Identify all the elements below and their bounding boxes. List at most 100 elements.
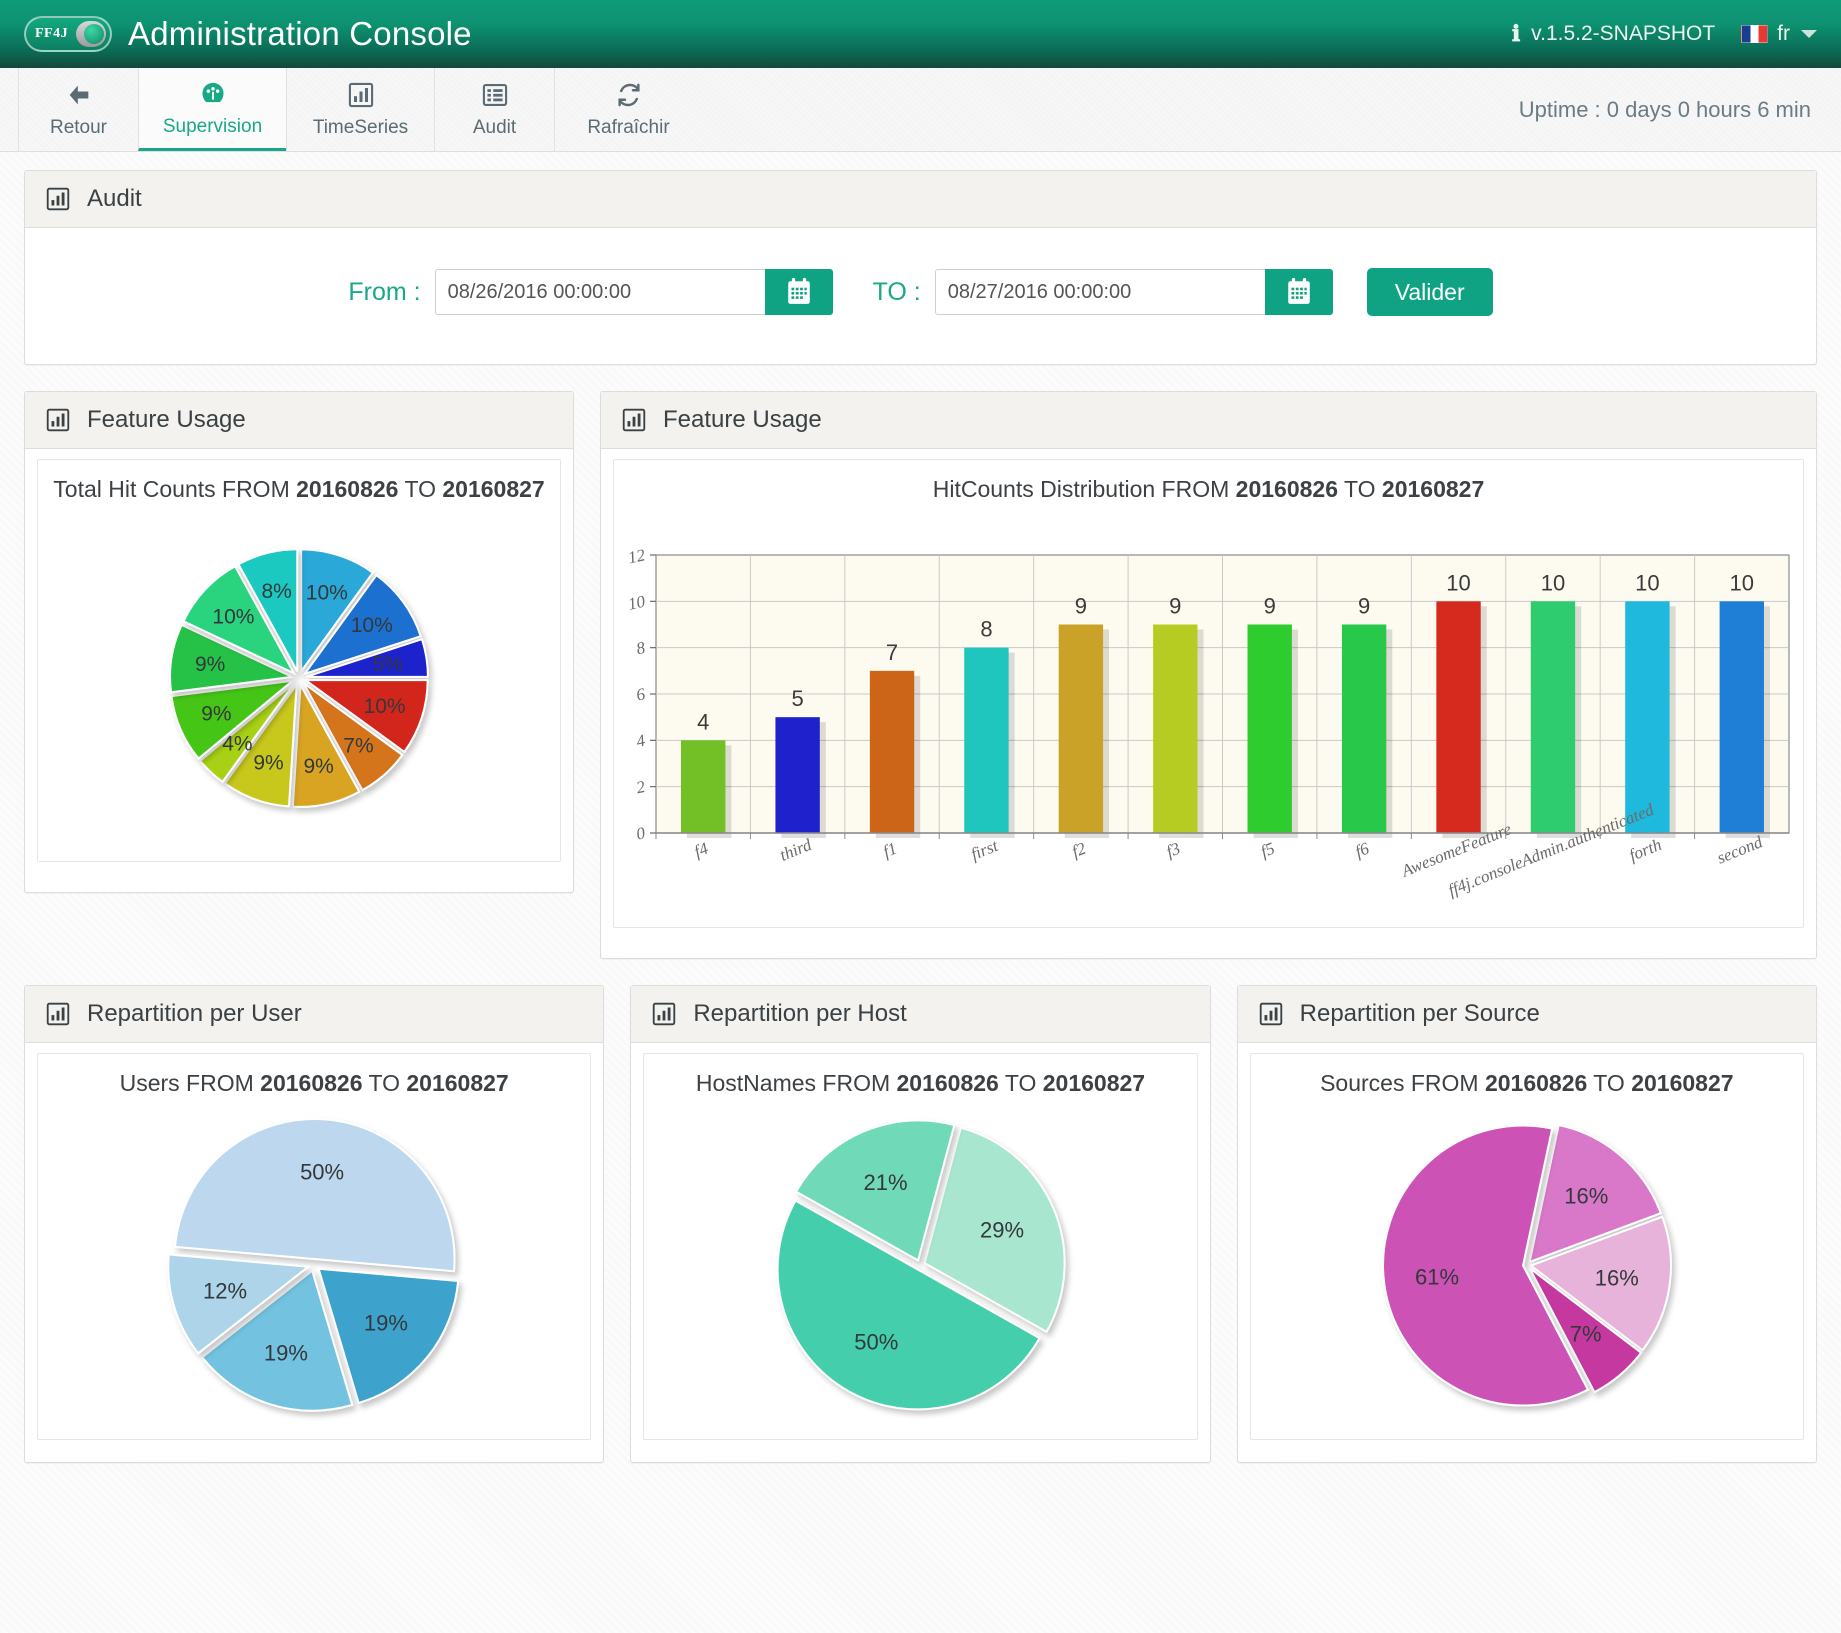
to-input-group (934, 269, 1333, 315)
version-label: v.1.5.2-SNAPSHOT (1531, 22, 1716, 45)
bar-value-label: 9 (1169, 594, 1181, 619)
nav-item-retour[interactable]: Retour (18, 68, 138, 151)
per-user-body: Users FROM 20160826 TO 20160827 50% 19% 19… (25, 1043, 603, 1462)
version-info: ℹ v.1.5.2-SNAPSHOT (1512, 21, 1715, 47)
header-right-group: ℹ v.1.5.2-SNAPSHOT fr (1512, 21, 1817, 47)
bar[interactable] (1153, 624, 1198, 834)
bar[interactable] (775, 717, 820, 833)
chart-title-prefix: Sources FROM (1320, 1070, 1485, 1096)
charts-row-1: Feature Usage Total Hit Counts FROM 2016… (24, 391, 1817, 959)
hitcounts-distribution-bar-chart: 0 2 4 6 8 10 12 4 5 7 8 9 9 9 9 10 10 10 10 f4 third f1 first f… (614, 507, 1803, 927)
from-label: From : (348, 277, 421, 306)
list-icon (481, 80, 509, 110)
bar-chart-icon (347, 80, 375, 110)
pie-slice[interactable] (174, 1118, 456, 1273)
feature-usage-bar-title: Feature Usage (663, 406, 822, 433)
per-source-body: Sources FROM 20160826 TO 20160827 16% 16%… (1238, 1043, 1816, 1462)
nav-label-timeseries: TimeSeries (312, 117, 409, 138)
bar-chart-icon (1258, 1001, 1284, 1027)
bar[interactable] (964, 647, 1009, 833)
chevron-down-icon (1801, 30, 1817, 38)
bar-value-label: 10 (1730, 570, 1754, 595)
pie-slice-label: 4% (222, 733, 252, 756)
bar-value-label: 10 (1635, 570, 1659, 595)
from-calendar-button[interactable] (764, 269, 833, 315)
repartition-per-user-panel: Repartition per User Users FROM 20160826… (24, 985, 605, 1463)
audit-panel: Audit From : 08/26/2016 00:00:00 TO: 08… (24, 170, 1817, 365)
bar[interactable] (1719, 601, 1764, 833)
total-hit-counts-pie: 10% 10% 5% 10% 7% 9% 9% 4% 9% 9% 10% 8% (38, 507, 560, 837)
per-source-title: Repartition per Source (1299, 1000, 1540, 1027)
chart-title-prefix: Total Hit Counts FROM (53, 476, 297, 502)
pie-slice-label: 10% (306, 581, 348, 604)
pie-slice-label: 16% (1564, 1183, 1608, 1208)
bar[interactable] (1058, 624, 1104, 834)
pie-slice-label: 10% (364, 695, 406, 718)
chart-title-prefix: HitCounts Distribution FROM (932, 476, 1236, 502)
chart-date-from: 20160826 (896, 1070, 999, 1096)
bar[interactable] (1436, 601, 1481, 833)
bar-value-label: 9 (1358, 594, 1370, 619)
feature-usage-bar-header: Feature Usage (601, 392, 1816, 449)
chart-date-from: 20160826 (260, 1070, 363, 1096)
pie-slice-label: 9% (303, 755, 333, 778)
valider-button[interactable]: Valider (1366, 268, 1493, 316)
chart-date-to: 20160827 (1042, 1070, 1146, 1096)
from-date-input[interactable] (434, 269, 765, 315)
pie-slice-label: 12% (203, 1279, 247, 1304)
sources-pie: 16% 16% 7% 61% (1251, 1101, 1803, 1421)
ff4j-logo-toggle[interactable]: FF4J (24, 16, 112, 52)
to-date-input[interactable] (934, 269, 1265, 315)
nav-item-audit[interactable]: Audit (434, 68, 554, 151)
bar-chart-icon (45, 1001, 71, 1027)
bar-value-label: 9 (1264, 594, 1276, 619)
toggle-knob (76, 21, 106, 47)
pie-slice-label: 10% (212, 605, 254, 628)
y-axis-label: 6 (635, 684, 648, 704)
bar[interactable] (681, 740, 726, 833)
per-user-header: Repartition per User (25, 986, 604, 1043)
dashboard-gauge-icon (198, 79, 228, 109)
nav-item-rafraichir[interactable]: Rafraîchir (554, 68, 702, 151)
nav-item-timeseries[interactable]: TimeSeries (286, 68, 434, 151)
x-axis-category-label: f3 (1164, 839, 1183, 862)
calendar-icon (1287, 278, 1310, 304)
bar-chart-icon (45, 186, 71, 212)
y-axis-label: 8 (635, 638, 648, 658)
users-pie: 50% 19% 19% 12% (38, 1101, 590, 1421)
y-axis-label: 12 (626, 545, 647, 567)
feature-usage-pie-body: Total Hit Counts FROM 20160826 TO 201608… (25, 449, 573, 892)
language-selector[interactable]: fr (1741, 22, 1817, 46)
per-source-card: Sources FROM 20160826 TO 20160827 16% 16%… (1249, 1053, 1804, 1440)
bar[interactable] (1530, 601, 1576, 833)
total-hit-counts-chart-title: Total Hit Counts FROM 20160826 TO 201608… (38, 460, 560, 507)
x-axis-category-label: f2 (1069, 838, 1089, 861)
per-host-card: HostNames FROM 20160826 TO 20160827 29% 5… (643, 1053, 1198, 1440)
bar-value-label: 10 (1541, 570, 1565, 595)
y-axis-label: 10 (626, 592, 647, 614)
chart-title-mid: TO (1338, 476, 1382, 502)
nav-label-retour: Retour (49, 117, 108, 138)
x-axis-category-label: f5 (1258, 839, 1277, 862)
chart-date-from: 20160826 (1235, 476, 1339, 502)
hostnames-pie: 29% 50% 21% (644, 1101, 1196, 1421)
bar[interactable] (1247, 624, 1292, 834)
bar-value-label: 7 (886, 640, 898, 665)
calendar-icon (787, 278, 810, 304)
pie0-svg: 10%10%5%10%7%9%9%4%9%9%10%8% (169, 548, 429, 808)
bar[interactable] (869, 670, 915, 833)
bar[interactable] (1625, 601, 1670, 833)
language-label: fr (1777, 22, 1790, 45)
arrow-left-icon (64, 80, 94, 110)
pie-slice-label: 61% (1415, 1264, 1459, 1289)
bar-chart-icon (651, 1001, 677, 1027)
from-input-group (434, 269, 833, 315)
pie-slice-label: 21% (864, 1170, 908, 1195)
y-axis-label: 4 (635, 731, 648, 751)
pie4-svg: 16% 16% 7% 61% (1381, 1123, 1672, 1407)
pie3-svg: 29% 50% 21% (777, 1119, 1067, 1411)
audit-date-form: From : 08/26/2016 00:00:00 TO: 08/27/20… (45, 246, 1796, 342)
nav-item-supervision[interactable]: Supervision (138, 68, 286, 151)
bar[interactable] (1341, 624, 1387, 834)
to-calendar-button[interactable] (1264, 269, 1333, 315)
